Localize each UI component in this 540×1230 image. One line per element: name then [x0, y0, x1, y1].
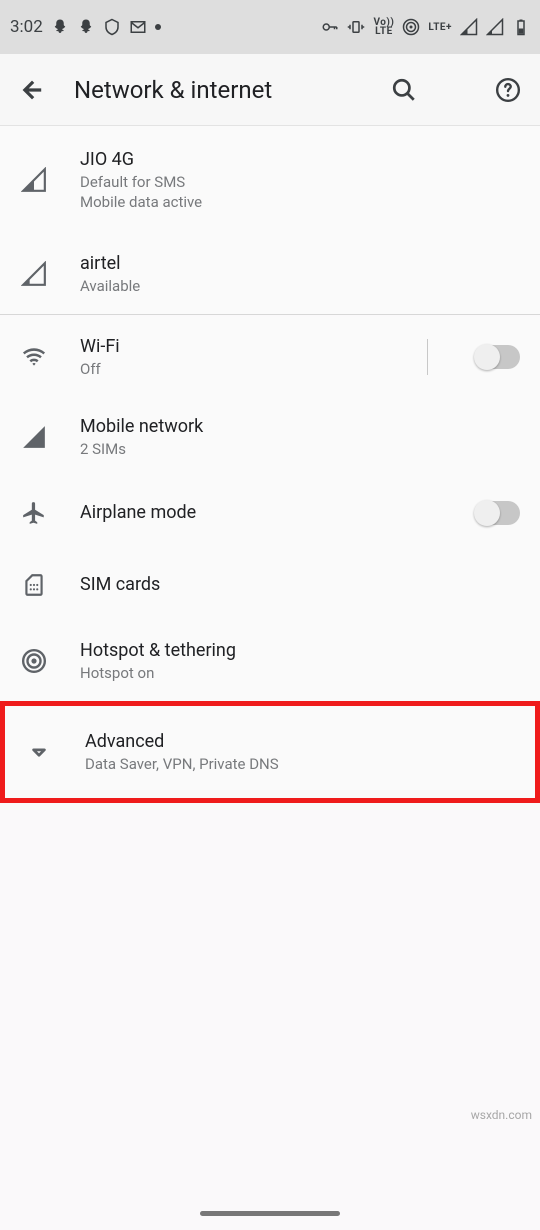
- wifi-body: Wi-Fi Off: [80, 335, 395, 379]
- sim-body: JIO 4G Default for SMS Mobile data activ…: [80, 148, 520, 212]
- back-button[interactable]: [18, 76, 46, 104]
- hotspot-row[interactable]: Hotspot & tethering Hotspot on: [0, 621, 540, 701]
- page-title: Network & internet: [74, 76, 362, 104]
- sim-cards-body: SIM cards: [80, 573, 520, 597]
- vertical-divider: [427, 339, 428, 375]
- snapchat-icon: [77, 18, 95, 36]
- page-header: Network & internet: [0, 54, 540, 126]
- signal-1-icon: [460, 18, 478, 36]
- help-button[interactable]: [494, 76, 522, 104]
- notification-dot-icon: [155, 24, 161, 30]
- sim-row-airtel[interactable]: airtel Available: [0, 234, 540, 314]
- sim-cards-title: SIM cards: [80, 573, 520, 597]
- wifi-switch[interactable]: [476, 345, 520, 369]
- advanced-body: Advanced Data Saver, VPN, Private DNS: [85, 730, 515, 774]
- hotspot-body: Hotspot & tethering Hotspot on: [80, 639, 520, 683]
- search-button[interactable]: [390, 76, 418, 104]
- chevron-down-icon: [25, 738, 53, 766]
- hotspot-title: Hotspot & tethering: [80, 639, 520, 663]
- airplane-body: Airplane mode: [80, 501, 444, 525]
- sim-row-jio4g[interactable]: JIO 4G Default for SMS Mobile data activ…: [0, 126, 540, 234]
- wifi-row[interactable]: Wi-Fi Off: [0, 317, 540, 397]
- volte-icon: Vo)) LTE: [373, 18, 394, 36]
- signal-icon: [20, 166, 48, 194]
- mobile-network-row[interactable]: Mobile network 2 SIMs: [0, 397, 540, 477]
- advanced-subtitle: Data Saver, VPN, Private DNS: [85, 754, 515, 774]
- dnd-icon: [103, 18, 121, 36]
- wifi-icon: [20, 343, 48, 371]
- airplane-title: Airplane mode: [80, 501, 444, 525]
- help-icon: [495, 77, 521, 103]
- status-right: Vo)) LTE LTE+: [321, 18, 530, 36]
- sim-body: airtel Available: [80, 252, 520, 296]
- sim-title: JIO 4G: [80, 148, 520, 172]
- sim-card-icon: [20, 571, 48, 599]
- advanced-row[interactable]: Advanced Data Saver, VPN, Private DNS: [0, 701, 540, 803]
- airplane-switch[interactable]: [476, 501, 520, 525]
- snapchat-icon: [51, 18, 69, 36]
- airplane-mode-row[interactable]: Airplane mode: [0, 477, 540, 549]
- arrow-back-icon: [19, 77, 45, 103]
- hotspot-status-icon: [402, 18, 420, 36]
- wifi-subtitle: Off: [80, 359, 395, 379]
- signal-2-icon: [486, 18, 504, 36]
- watermark-text: wsxdn.com: [471, 1108, 532, 1122]
- lte-plus-icon: LTE+: [428, 23, 452, 32]
- mobile-title: Mobile network: [80, 415, 520, 439]
- search-icon: [391, 77, 417, 103]
- clock-text: 3:02: [10, 17, 43, 37]
- sim-sub1: Default for SMS: [80, 172, 520, 192]
- sim-sub2: Mobile data active: [80, 192, 520, 212]
- sim-sub: Available: [80, 276, 520, 296]
- airplane-icon: [20, 499, 48, 527]
- advanced-title: Advanced: [85, 730, 515, 754]
- mobile-body: Mobile network 2 SIMs: [80, 415, 520, 459]
- hotspot-subtitle: Hotspot on: [80, 663, 520, 683]
- signal-full-icon: [20, 423, 48, 451]
- hotspot-icon: [20, 647, 48, 675]
- vibrate-icon: [347, 18, 365, 36]
- sim-title: airtel: [80, 252, 520, 276]
- status-bar: 3:02 Vo)) LTE LTE+: [0, 0, 540, 54]
- signal-icon: [20, 260, 48, 288]
- sim-cards-row[interactable]: SIM cards: [0, 549, 540, 621]
- gmail-icon: [129, 18, 147, 36]
- vpn-key-icon: [321, 18, 339, 36]
- battery-icon: [512, 18, 530, 36]
- nav-handle[interactable]: [200, 1211, 340, 1216]
- mobile-subtitle: 2 SIMs: [80, 439, 520, 459]
- section-divider: [0, 314, 540, 315]
- wifi-title: Wi-Fi: [80, 335, 395, 359]
- status-left: 3:02: [10, 17, 161, 37]
